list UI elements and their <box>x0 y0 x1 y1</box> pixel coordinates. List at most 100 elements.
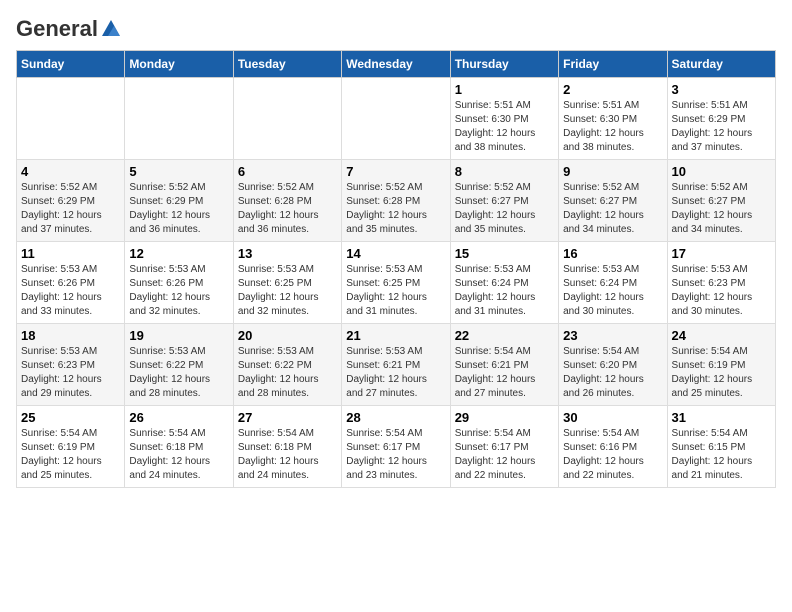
day-number: 5 <box>129 164 228 179</box>
calendar-header-wednesday: Wednesday <box>342 51 450 78</box>
logo-icon <box>100 18 122 40</box>
calendar-cell: 7 Sunrise: 5:52 AMSunset: 6:28 PMDaylight… <box>342 160 450 242</box>
day-number: 18 <box>21 328 120 343</box>
calendar-cell: 1 Sunrise: 5:51 AMSunset: 6:30 PMDaylight… <box>450 78 558 160</box>
calendar-cell <box>125 78 233 160</box>
day-info: Sunrise: 5:52 AMSunset: 6:29 PMDaylight:… <box>21 181 120 237</box>
day-number: 25 <box>21 410 120 425</box>
calendar-header-friday: Friday <box>559 51 667 78</box>
day-number: 23 <box>563 328 662 343</box>
calendar-cell: 30 Sunrise: 5:54 AMSunset: 6:16 PMDayligh… <box>559 406 667 488</box>
day-info: Sunrise: 5:53 AMSunset: 6:21 PMDaylight:… <box>346 345 445 401</box>
day-info: Sunrise: 5:54 AMSunset: 6:18 PMDaylight:… <box>238 427 337 483</box>
calendar-cell: 3 Sunrise: 5:51 AMSunset: 6:29 PMDaylight… <box>667 78 775 160</box>
day-number: 15 <box>455 246 554 261</box>
calendar-week-row: 18Sunrise: 5:53 AMSunset: 6:23 PMDayligh… <box>17 324 776 406</box>
day-info: Sunrise: 5:51 AMSunset: 6:30 PMDaylight:… <box>563 99 662 155</box>
day-number: 10 <box>672 164 771 179</box>
calendar-cell: 5 Sunrise: 5:52 AMSunset: 6:29 PMDaylight… <box>125 160 233 242</box>
day-number: 26 <box>129 410 228 425</box>
day-number: 1 <box>455 82 554 97</box>
calendar-cell: 16 Sunrise: 5:53 AMSunset: 6:24 PMDayligh… <box>559 242 667 324</box>
calendar-cell: 12 Sunrise: 5:53 AMSunset: 6:26 PMDayligh… <box>125 242 233 324</box>
calendar-cell <box>342 78 450 160</box>
day-number: 22 <box>455 328 554 343</box>
day-info: Sunrise: 5:54 AMSunset: 6:17 PMDaylight:… <box>346 427 445 483</box>
day-number: 3 <box>672 82 771 97</box>
calendar-cell: 24Sunrise: 5:54 AMSunset: 6:19 PMDayligh… <box>667 324 775 406</box>
day-number: 16 <box>563 246 662 261</box>
calendar-cell: 25Sunrise: 5:54 AMSunset: 6:19 PMDayligh… <box>17 406 125 488</box>
calendar-cell: 31 Sunrise: 5:54 AMSunset: 6:15 PMDayligh… <box>667 406 775 488</box>
calendar-cell: 26Sunrise: 5:54 AMSunset: 6:18 PMDayligh… <box>125 406 233 488</box>
calendar-cell: 29 Sunrise: 5:54 AMSunset: 6:17 PMDayligh… <box>450 406 558 488</box>
calendar-cell: 19Sunrise: 5:53 AMSunset: 6:22 PMDayligh… <box>125 324 233 406</box>
day-number: 6 <box>238 164 337 179</box>
calendar-header-tuesday: Tuesday <box>233 51 341 78</box>
day-number: 21 <box>346 328 445 343</box>
day-number: 11 <box>21 246 120 261</box>
day-info: Sunrise: 5:53 AMSunset: 6:26 PMDaylight:… <box>21 263 120 319</box>
calendar-cell <box>17 78 125 160</box>
day-number: 29 <box>455 410 554 425</box>
calendar-cell: 13Sunrise: 5:53 AMSunset: 6:25 PMDayligh… <box>233 242 341 324</box>
day-number: 30 <box>563 410 662 425</box>
calendar-cell: 9 Sunrise: 5:52 AMSunset: 6:27 PMDaylight… <box>559 160 667 242</box>
day-info: Sunrise: 5:53 AMSunset: 6:22 PMDaylight:… <box>129 345 228 401</box>
day-info: Sunrise: 5:54 AMSunset: 6:19 PMDaylight:… <box>672 345 771 401</box>
calendar-cell: 6 Sunrise: 5:52 AMSunset: 6:28 PMDaylight… <box>233 160 341 242</box>
calendar-cell: 11 Sunrise: 5:53 AMSunset: 6:26 PMDayligh… <box>17 242 125 324</box>
day-info: Sunrise: 5:54 AMSunset: 6:16 PMDaylight:… <box>563 427 662 483</box>
calendar-week-row: 25Sunrise: 5:54 AMSunset: 6:19 PMDayligh… <box>17 406 776 488</box>
calendar-header-thursday: Thursday <box>450 51 558 78</box>
calendar-header-monday: Monday <box>125 51 233 78</box>
day-info: Sunrise: 5:52 AMSunset: 6:29 PMDaylight:… <box>129 181 228 237</box>
calendar-cell: 17Sunrise: 5:53 AMSunset: 6:23 PMDayligh… <box>667 242 775 324</box>
day-info: Sunrise: 5:51 AMSunset: 6:30 PMDaylight:… <box>455 99 554 155</box>
day-number: 28 <box>346 410 445 425</box>
day-number: 9 <box>563 164 662 179</box>
calendar-cell: 15 Sunrise: 5:53 AMSunset: 6:24 PMDayligh… <box>450 242 558 324</box>
calendar-cell: 20 Sunrise: 5:53 AMSunset: 6:22 PMDayligh… <box>233 324 341 406</box>
calendar-cell: 4 Sunrise: 5:52 AMSunset: 6:29 PMDaylight… <box>17 160 125 242</box>
page-header: General <box>16 16 776 38</box>
calendar-cell: 8 Sunrise: 5:52 AMSunset: 6:27 PMDaylight… <box>450 160 558 242</box>
calendar-cell: 10 Sunrise: 5:52 AMSunset: 6:27 PMDayligh… <box>667 160 775 242</box>
day-number: 4 <box>21 164 120 179</box>
day-number: 20 <box>238 328 337 343</box>
day-info: Sunrise: 5:54 AMSunset: 6:21 PMDaylight:… <box>455 345 554 401</box>
day-number: 12 <box>129 246 228 261</box>
logo-general-text: General <box>16 16 98 42</box>
day-number: 14 <box>346 246 445 261</box>
day-info: Sunrise: 5:52 AMSunset: 6:27 PMDaylight:… <box>455 181 554 237</box>
day-number: 31 <box>672 410 771 425</box>
day-info: Sunrise: 5:53 AMSunset: 6:24 PMDaylight:… <box>563 263 662 319</box>
day-info: Sunrise: 5:54 AMSunset: 6:20 PMDaylight:… <box>563 345 662 401</box>
calendar-cell: 27 Sunrise: 5:54 AMSunset: 6:18 PMDayligh… <box>233 406 341 488</box>
day-info: Sunrise: 5:54 AMSunset: 6:15 PMDaylight:… <box>672 427 771 483</box>
day-info: Sunrise: 5:52 AMSunset: 6:27 PMDaylight:… <box>672 181 771 237</box>
calendar-cell <box>233 78 341 160</box>
calendar-week-row: 11 Sunrise: 5:53 AMSunset: 6:26 PMDayligh… <box>17 242 776 324</box>
calendar-cell: 2 Sunrise: 5:51 AMSunset: 6:30 PMDaylight… <box>559 78 667 160</box>
day-info: Sunrise: 5:52 AMSunset: 6:28 PMDaylight:… <box>238 181 337 237</box>
day-info: Sunrise: 5:52 AMSunset: 6:28 PMDaylight:… <box>346 181 445 237</box>
calendar-week-row: 4 Sunrise: 5:52 AMSunset: 6:29 PMDaylight… <box>17 160 776 242</box>
day-info: Sunrise: 5:53 AMSunset: 6:24 PMDaylight:… <box>455 263 554 319</box>
day-info: Sunrise: 5:53 AMSunset: 6:22 PMDaylight:… <box>238 345 337 401</box>
logo: General <box>16 16 122 38</box>
day-number: 27 <box>238 410 337 425</box>
day-number: 8 <box>455 164 554 179</box>
day-number: 17 <box>672 246 771 261</box>
calendar-table: SundayMondayTuesdayWednesdayThursdayFrid… <box>16 50 776 488</box>
calendar-cell: 22 Sunrise: 5:54 AMSunset: 6:21 PMDayligh… <box>450 324 558 406</box>
day-info: Sunrise: 5:52 AMSunset: 6:27 PMDaylight:… <box>563 181 662 237</box>
day-info: Sunrise: 5:51 AMSunset: 6:29 PMDaylight:… <box>672 99 771 155</box>
day-info: Sunrise: 5:53 AMSunset: 6:25 PMDaylight:… <box>238 263 337 319</box>
day-number: 7 <box>346 164 445 179</box>
day-info: Sunrise: 5:53 AMSunset: 6:25 PMDaylight:… <box>346 263 445 319</box>
day-number: 2 <box>563 82 662 97</box>
calendar-cell: 18Sunrise: 5:53 AMSunset: 6:23 PMDayligh… <box>17 324 125 406</box>
day-info: Sunrise: 5:53 AMSunset: 6:26 PMDaylight:… <box>129 263 228 319</box>
day-info: Sunrise: 5:54 AMSunset: 6:17 PMDaylight:… <box>455 427 554 483</box>
